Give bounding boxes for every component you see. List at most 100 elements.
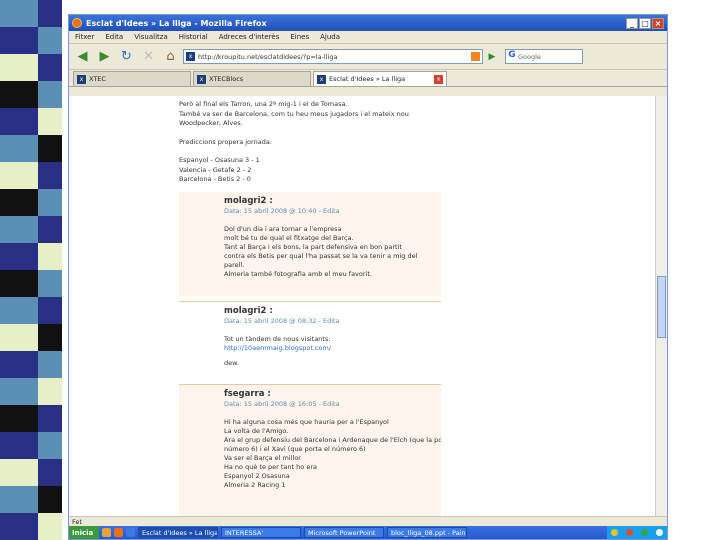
stripe-row [0,378,62,405]
stripe-block [38,405,62,432]
stripe-row [0,108,62,135]
stripe-block [0,459,38,486]
go-icon[interactable]: ▶ [486,52,498,62]
stripe-block [38,216,62,243]
stripe-block [38,486,62,513]
stripe-row [0,513,62,540]
stripe-row [0,243,62,270]
comment-date[interactable]: Data: 15 abril 2008 @ 16:05 - Edita [224,400,441,409]
scrollbar-thumb[interactable] [657,276,666,338]
tab-favicon: x [197,74,206,84]
comment-line: Ara el grup defensiu del Barcelona i Ard… [224,436,441,444]
stop-icon[interactable]: ✕ [139,47,158,66]
stripe-block [0,486,38,513]
taskbar-item-label: INTERESSA' [225,528,264,537]
minimize-button[interactable]: _ [626,17,638,29]
stripe-block [0,324,38,351]
comment-date[interactable]: Data: 15 abril 2008 @ 10:40 - Edita [224,207,441,216]
stripe-block [38,243,62,270]
stripe-block [0,216,38,243]
stripe-block [38,297,62,324]
comment-line: Tot un tàndem de nous visitants: [224,335,331,343]
stripe-block [0,27,38,54]
tab-la-lliga[interactable]: x Esclat d'Idees » La lliga × [313,71,447,86]
url-text[interactable]: http://kroupitu.net/esclatdidees/?p=la-l… [198,53,471,61]
stripe-block [0,81,38,108]
stripe-row [0,162,62,189]
taskbar-item-folder[interactable]: INTERESSA' [221,527,301,538]
windows-taskbar: Inicia Esclat d'Idees » La lliga INTERES… [69,526,667,539]
tab-xtecblocs[interactable]: x XTECBlocs [193,71,311,86]
tray-icon[interactable] [656,529,663,536]
tray-icon[interactable] [641,529,648,536]
back-icon[interactable]: ◀ [73,47,92,66]
url-bar[interactable]: x http://kroupitu.net/esclatdidees/?p=la… [183,49,483,64]
stripe-block [38,54,62,81]
result-line: Valencia - Getafe 2 - 2 [179,165,252,174]
stripe-row [0,189,62,216]
stripe-block [38,432,62,459]
tray-icon[interactable] [611,529,618,536]
firefox-quicklaunch-icon[interactable] [114,528,123,537]
comment-author: molagri2 : [224,306,273,316]
menu-file[interactable]: Fitxer [75,33,94,41]
explorer-icon[interactable] [102,528,111,537]
taskbar-item-firefox[interactable]: Esclat d'Idees » La lliga [138,527,218,538]
tray-icon[interactable] [626,529,633,536]
tab-favicon: x [77,74,86,84]
taskbar-item-label: Microsoft PowerPoint [308,528,376,537]
maximize-button[interactable]: □ [639,17,651,29]
menu-edit[interactable]: Edita [105,33,123,41]
stripe-row [0,351,62,378]
close-window-button[interactable]: × [652,17,664,29]
stripe-block [0,108,38,135]
tab-label: XTEC [89,75,106,83]
stripe-row [0,432,62,459]
start-button[interactable]: Inicia [69,526,99,539]
comment-author: fsegarra : [224,389,271,399]
stripe-block [38,135,62,162]
ie-icon[interactable] [126,528,135,537]
stripe-block [0,162,38,189]
vertical-scrollbar[interactable] [655,96,667,518]
comment-1: molagri2 : Data: 15 abril 2008 @ 10:40 -… [179,192,441,296]
stripe-block [38,81,62,108]
comment-sign: dew. [224,359,239,367]
comment-line: Dol d'un dia i ara tornar a l'empresa [224,225,342,233]
home-icon[interactable]: ⌂ [161,47,180,66]
google-icon[interactable]: G [506,50,518,63]
close-tab-icon[interactable]: × [434,74,443,84]
stripe-row [0,54,62,81]
status-bar: Fet [69,516,667,526]
page-content: Però al final els Tarron, una 2ª mig-1 i… [69,96,657,518]
search-box[interactable]: G Google [505,49,583,64]
comment-line: número 6) i el Xavi (que porta el número… [224,445,366,453]
comment-link[interactable]: http://10aemmaig.blogspot.com/ [224,344,441,353]
comment-line: Almeria 2 Racing 1 [224,481,286,489]
rss-icon[interactable] [471,52,480,61]
comment-line: Hi ha alguna cosa més que hauria per a l… [224,418,389,426]
forward-icon[interactable]: ▶ [95,47,114,66]
menu-bookmarks[interactable]: Adreces d'interès [219,33,280,41]
tab-favicon: x [317,74,326,84]
taskbar-item-label: bloc_lliga_08.ppt - Paint [391,528,467,537]
result-line: Espanyol - Osasuna 3 - 1 [179,156,260,164]
screenshot-page: Esclat d'Idees » La lliga - Mozilla Fire… [0,0,720,540]
firefox-icon [72,18,82,28]
taskbar-item-paint[interactable]: bloc_lliga_08.ppt - Paint [387,527,467,538]
comment-date[interactable]: Data: 15 abril 2008 @ 08:32 - Edita [224,317,441,326]
taskbar-item-powerpoint[interactable]: Microsoft PowerPoint [304,527,384,538]
tab-xtec[interactable]: x XTEC [73,71,191,86]
stripe-row [0,459,62,486]
stripe-block [0,378,38,405]
stripe-block [38,108,62,135]
stripe-block [0,432,38,459]
search-input[interactable]: Google [518,53,541,61]
stripe-block [0,405,38,432]
menu-history[interactable]: Historial [179,33,208,41]
menu-tools[interactable]: Eines [290,33,309,41]
reload-icon[interactable]: ↻ [117,47,136,66]
menu-view[interactable]: Visualitza [134,33,168,41]
tab-label: XTECBlocs [209,75,244,83]
menu-help[interactable]: Ajuda [320,33,340,41]
